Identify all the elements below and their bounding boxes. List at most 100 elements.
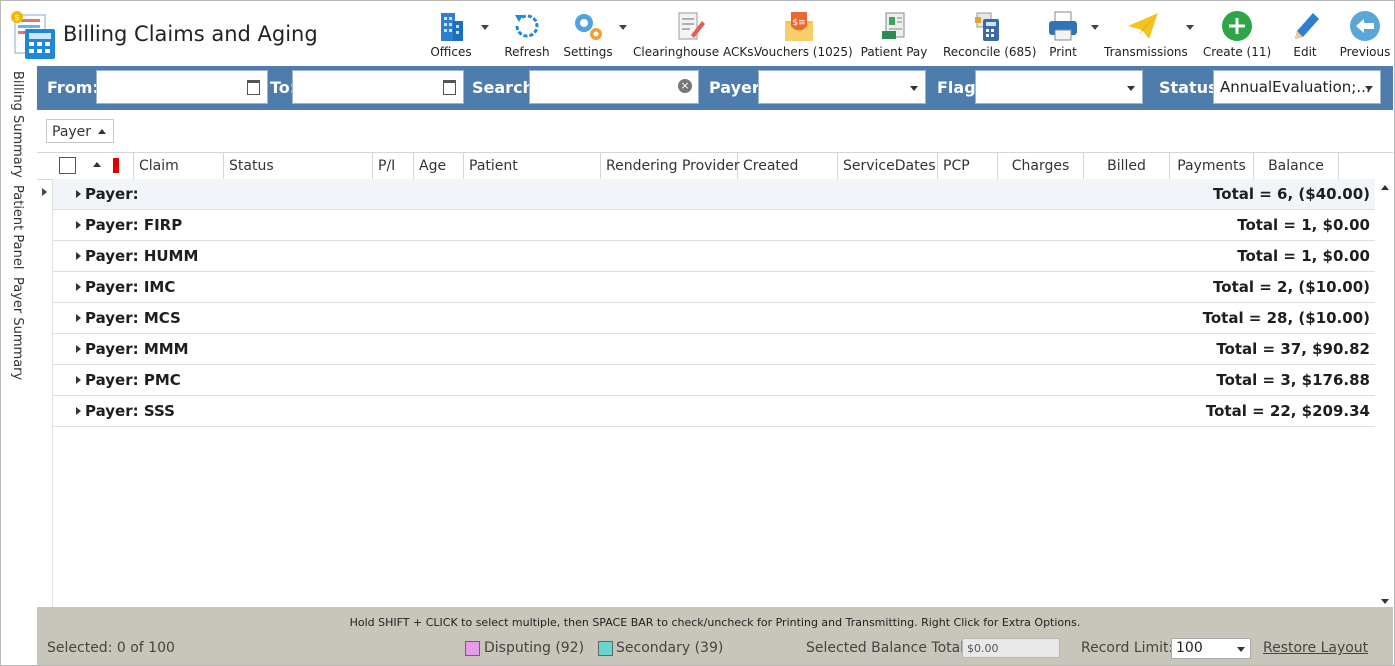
clearinghouse-acks-label: Clearinghouse ACKs. bbox=[633, 45, 758, 59]
selection-hint: Hold SHIFT + CLICK to select multiple, t… bbox=[349, 616, 1081, 629]
printer-icon bbox=[1049, 11, 1077, 41]
calendar-icon[interactable] bbox=[247, 80, 260, 95]
chevron-down-icon bbox=[619, 25, 627, 30]
from-date-field[interactable] bbox=[96, 70, 268, 104]
column-header-billed[interactable]: Billed bbox=[1084, 153, 1170, 179]
group-row[interactable]: Payer: MMM Total = 37, $90.82 bbox=[53, 334, 1375, 365]
secondary-legend-swatch bbox=[598, 641, 613, 656]
create-button[interactable]: Create (11) bbox=[1202, 7, 1272, 63]
refresh-icon bbox=[515, 14, 539, 38]
vouchers-button[interactable]: $≡ Vouchers (1025) bbox=[754, 7, 853, 63]
expand-arrow-icon[interactable] bbox=[76, 252, 81, 260]
reconcile-label: Reconcile (685) bbox=[943, 45, 1037, 59]
payer-select[interactable] bbox=[758, 70, 926, 104]
group-row[interactable]: Payer: FIRP Total = 1, $0.00 bbox=[53, 210, 1375, 241]
record-limit-select[interactable]: 100 bbox=[1171, 638, 1251, 659]
calculator-icon bbox=[975, 12, 999, 41]
column-header-created[interactable]: Created bbox=[738, 153, 838, 179]
chevron-down-icon bbox=[481, 25, 489, 30]
filter-bar: From: To: Search: × Payer: Flag: Status:… bbox=[37, 66, 1393, 110]
group-total: Total = 28, ($10.00) bbox=[1202, 309, 1370, 327]
app-title: Billing Claims and Aging bbox=[63, 22, 318, 46]
group-row[interactable]: Payer: MCS Total = 28, ($10.00) bbox=[53, 303, 1375, 334]
transmissions-dropdown[interactable] bbox=[1184, 7, 1196, 63]
document-edit-icon bbox=[678, 12, 705, 40]
column-header-balance[interactable]: Balance bbox=[1254, 153, 1339, 179]
expand-arrow-icon[interactable] bbox=[76, 190, 81, 198]
disputing-legend[interactable]: Disputing (92) bbox=[484, 640, 584, 656]
tab-patient-panel[interactable]: Patient Panel bbox=[10, 185, 25, 269]
sort-ascending-icon[interactable] bbox=[93, 162, 101, 167]
group-row[interactable]: Payer: IMC Total = 2, ($10.00) bbox=[53, 272, 1375, 303]
search-input[interactable]: × bbox=[529, 70, 699, 104]
edit-button[interactable]: Edit bbox=[1283, 7, 1327, 63]
refresh-label: Refresh bbox=[504, 45, 550, 59]
group-row[interactable]: Payer: HUMM Total = 1, $0.00 bbox=[53, 241, 1375, 272]
tab-billing-summary[interactable]: Billing Summary bbox=[10, 71, 25, 178]
calendar-icon[interactable] bbox=[443, 80, 456, 95]
column-header-pi[interactable]: P/I bbox=[373, 153, 414, 179]
app-window: $ Billing Claims and Aging Offices Refre… bbox=[0, 0, 1395, 666]
column-header-age[interactable]: Age bbox=[414, 153, 464, 179]
secondary-legend[interactable]: Secondary (39) bbox=[616, 640, 723, 656]
group-by-label: Payer bbox=[52, 124, 92, 140]
status-select[interactable]: AnnualEvaluation;... bbox=[1213, 70, 1381, 104]
flag-column-icon[interactable] bbox=[113, 158, 119, 173]
reconcile-button[interactable]: Reconcile (685) bbox=[943, 7, 1037, 63]
expand-arrow-icon[interactable] bbox=[76, 407, 81, 415]
offices-button[interactable]: Offices bbox=[426, 7, 476, 63]
pencil-icon bbox=[1295, 13, 1319, 39]
print-button[interactable]: Print bbox=[1040, 7, 1086, 63]
tab-payer-summary[interactable]: Payer Summary bbox=[10, 277, 25, 380]
refresh-button[interactable]: Refresh bbox=[502, 7, 552, 63]
column-header-status[interactable]: Status bbox=[224, 153, 373, 179]
group-row[interactable]: Payer: SSS Total = 22, $209.34 bbox=[53, 396, 1375, 427]
billing-app-logo-icon: $ bbox=[11, 11, 55, 59]
previous-button[interactable]: Previous bbox=[1338, 7, 1392, 63]
group-row[interactable]: Payer: PMC Total = 3, $176.88 bbox=[53, 365, 1375, 396]
column-header-patient[interactable]: Patient bbox=[464, 153, 601, 179]
group-row[interactable]: Payer: Total = 6, ($40.00) bbox=[53, 179, 1375, 210]
column-header-service-dates[interactable]: ServiceDates bbox=[838, 153, 938, 179]
patient-pay-label: Patient Pay bbox=[860, 45, 928, 59]
edit-label: Edit bbox=[1293, 45, 1317, 59]
offices-dropdown[interactable] bbox=[479, 7, 491, 63]
expand-arrow-icon[interactable] bbox=[76, 221, 81, 229]
scroll-down-icon[interactable] bbox=[1381, 599, 1389, 604]
patient-pay-button[interactable]: Patient Pay bbox=[859, 7, 929, 63]
column-header-payments[interactable]: Payments bbox=[1170, 153, 1254, 179]
transmissions-button[interactable]: Transmissions bbox=[1104, 7, 1188, 63]
record-limit-label: Record Limit: bbox=[1081, 640, 1174, 656]
sort-ascending-icon[interactable] bbox=[98, 129, 106, 134]
print-dropdown[interactable] bbox=[1089, 7, 1101, 63]
settings-dropdown[interactable] bbox=[617, 7, 629, 63]
column-header-charges[interactable]: Charges bbox=[998, 153, 1084, 179]
group-total: Total = 3, $176.88 bbox=[1216, 371, 1370, 389]
vertical-scrollbar[interactable] bbox=[1376, 179, 1393, 608]
expand-arrow-icon[interactable] bbox=[76, 283, 81, 291]
group-by-payer-chip[interactable]: Payer bbox=[46, 119, 114, 143]
expand-arrow-icon[interactable] bbox=[76, 345, 81, 353]
clear-search-icon[interactable]: × bbox=[678, 79, 692, 93]
back-arrow-icon bbox=[1350, 11, 1380, 41]
group-name: Payer: MCS bbox=[85, 309, 181, 327]
column-header-rendering-provider[interactable]: Rendering Provider bbox=[601, 153, 740, 179]
flag-select[interactable] bbox=[975, 70, 1143, 104]
to-date-field[interactable] bbox=[292, 70, 464, 104]
restore-layout-link[interactable]: Restore Layout bbox=[1263, 640, 1368, 656]
grid-header: Claim Status P/I Age Patient Rendering P… bbox=[37, 153, 1375, 180]
transmissions-label: Transmissions bbox=[1104, 45, 1188, 59]
select-all-checkbox[interactable] bbox=[59, 157, 76, 174]
clearinghouse-acks-button[interactable]: Clearinghouse ACKs. bbox=[633, 7, 758, 63]
chevron-down-icon bbox=[1237, 647, 1245, 652]
envelope-money-icon: $≡ bbox=[785, 12, 813, 41]
expand-arrow-icon[interactable] bbox=[76, 314, 81, 322]
group-name: Payer: SSS bbox=[85, 402, 175, 420]
from-label: From: bbox=[47, 78, 99, 97]
svg-text:$: $ bbox=[14, 13, 19, 22]
scroll-up-icon[interactable] bbox=[1381, 185, 1389, 190]
column-header-pcp[interactable]: PCP bbox=[938, 153, 998, 179]
settings-button[interactable]: Settings bbox=[563, 7, 613, 63]
column-header-claim[interactable]: Claim bbox=[134, 153, 224, 179]
expand-arrow-icon[interactable] bbox=[76, 376, 81, 384]
